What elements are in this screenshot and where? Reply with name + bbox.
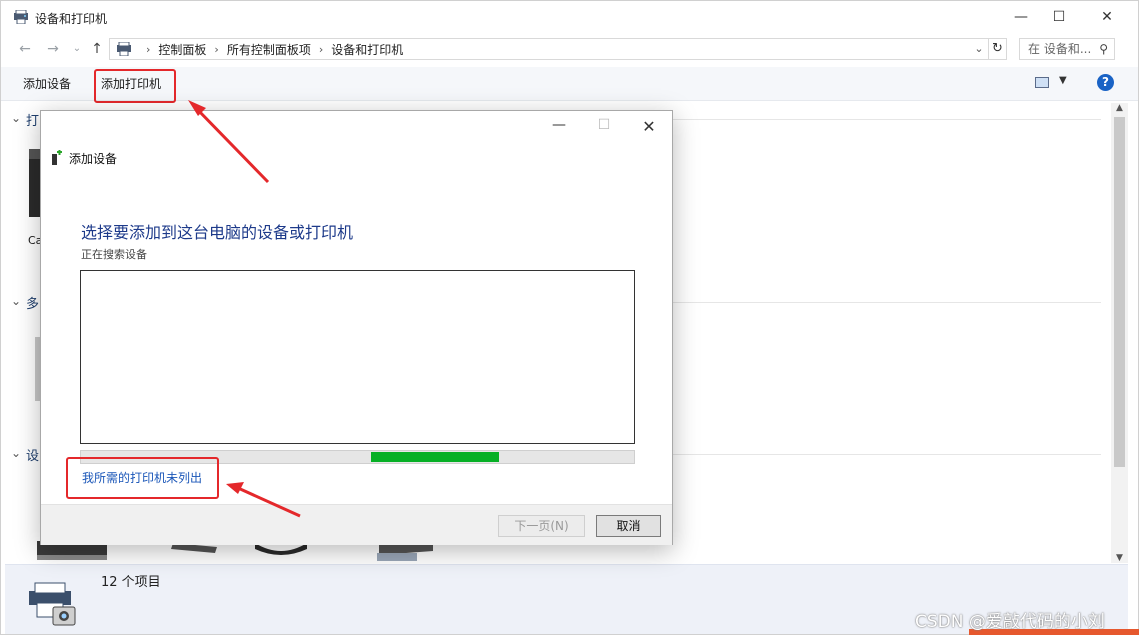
up-button[interactable]: ↑ [87, 40, 107, 58]
watermark: CSDN @爱敲代码的小刘 [915, 612, 1105, 632]
address-dropdown-button[interactable]: ⌄ [971, 38, 987, 60]
title-bar: 设备和打印机 — ☐ ✕ [1, 1, 1138, 34]
dialog-footer: 下一页(N) 取消 [41, 504, 672, 545]
search-input[interactable]: 在 设备和... ⚲ [1019, 38, 1115, 60]
dialog-status-text: 正在搜索设备 [81, 248, 147, 261]
highlight-printer-not-listed [66, 457, 219, 499]
scroll-down-icon[interactable]: ▼ [1111, 553, 1128, 563]
breadcrumb-control-panel[interactable]: 控制面板 [158, 41, 206, 58]
control-panel-icon [117, 42, 131, 56]
dialog-title: 添加设备 [69, 152, 118, 166]
breadcrumb-all-items[interactable]: 所有控制面板项 [227, 41, 311, 58]
search-icon: ⚲ [1099, 42, 1108, 56]
dialog-close-button[interactable]: ✕ [634, 117, 664, 137]
address-row: ← → ⌄ ↑ › 控制面板 › 所有控制面板项 › 设备和打印机 ⌄ ↻ 在 … [1, 34, 1138, 64]
devices-printers-large-icon [29, 582, 76, 626]
recent-locations-button[interactable]: ⌄ [67, 40, 87, 58]
dialog-heading: 选择要添加到这台电脑的设备或打印机 [81, 223, 354, 242]
address-bar[interactable]: › 控制面板 › 所有控制面板项 › 设备和打印机 [109, 38, 989, 60]
cancel-button[interactable]: 取消 [596, 515, 661, 537]
section-collapse-icon[interactable]: ⌄ [11, 446, 21, 460]
progress-indicator [371, 452, 499, 462]
dialog-maximize-button: ☐ [597, 117, 611, 133]
device-list[interactable] [80, 270, 635, 444]
devices-printers-icon [14, 10, 28, 24]
section-printers-label: 打 [26, 114, 40, 129]
maximize-button[interactable]: ☐ [1036, 1, 1082, 33]
back-button[interactable]: ← [15, 40, 35, 58]
breadcrumb-devices-printers[interactable]: 设备和打印机 [331, 41, 403, 58]
section-multimedia-label: 多 [26, 297, 40, 312]
vertical-scrollbar[interactable]: ▲ ▼ [1111, 103, 1128, 563]
scroll-up-icon[interactable]: ▲ [1111, 103, 1128, 113]
item-count: 12 个项目 [101, 575, 161, 590]
search-placeholder: 在 设备和... [1028, 42, 1092, 56]
change-view-icon[interactable] [1035, 77, 1049, 88]
highlight-add-printer [94, 69, 176, 103]
scrollbar-thumb[interactable] [1114, 117, 1125, 467]
close-button[interactable]: ✕ [1084, 1, 1130, 33]
forward-button[interactable]: → [43, 40, 63, 58]
window-title: 设备和打印机 [35, 12, 108, 26]
breadcrumb-separator: › [318, 42, 324, 56]
breadcrumb-separator: › [214, 42, 219, 56]
dialog-minimize-button[interactable]: — [544, 117, 574, 137]
help-button[interactable]: ? [1097, 74, 1114, 91]
view-options-dropdown-icon[interactable]: ▼ [1059, 75, 1067, 86]
section-collapse-icon[interactable]: ⌄ [11, 294, 21, 308]
add-device-button[interactable]: 添加设备 [23, 75, 71, 92]
section-devices-label: 设 [26, 449, 40, 464]
add-device-icon [52, 150, 62, 165]
breadcrumb-separator: › [146, 42, 151, 56]
refresh-button[interactable]: ↻ [989, 38, 1007, 60]
section-collapse-icon[interactable]: ⌄ [11, 111, 21, 125]
next-button: 下一页(N) [498, 515, 585, 537]
